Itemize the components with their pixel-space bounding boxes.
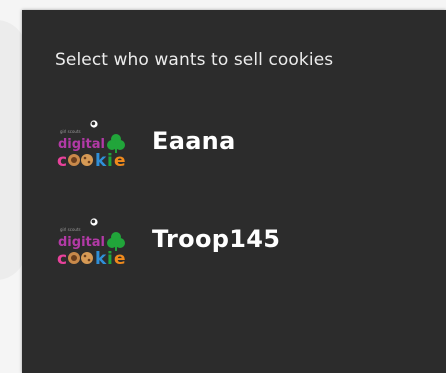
dialog-title: Select who wants to sell cookies (55, 50, 334, 70)
svg-text:k: k (95, 249, 107, 269)
digital-cookie-logo-icon: girl scouts digital c k i e (57, 120, 126, 171)
svg-text:digital: digital (58, 137, 105, 152)
svg-text:girl scouts: girl scouts (60, 129, 81, 134)
svg-text:digital: digital (58, 235, 105, 250)
seller-option-label: Troop145 (152, 225, 281, 253)
svg-text:c: c (57, 151, 67, 171)
svg-text:i: i (107, 151, 113, 171)
svg-text:girl scouts: girl scouts (60, 227, 81, 232)
seller-option-eaana[interactable]: girl scouts digital c k i e Eaana (52, 112, 432, 176)
digital-cookie-logo-icon: girl scouts digital c k i e (57, 218, 126, 269)
svg-text:c: c (57, 249, 67, 269)
seller-select-dialog: Select who wants to sell cookies girl sc… (22, 10, 446, 373)
seller-option-label: Eaana (152, 127, 236, 155)
svg-text:e: e (114, 151, 126, 171)
seller-option-troop145[interactable]: girl scouts digital c k i e Troop145 (52, 210, 432, 274)
svg-text:i: i (107, 249, 113, 269)
svg-text:k: k (95, 151, 107, 171)
svg-text:e: e (114, 249, 126, 269)
